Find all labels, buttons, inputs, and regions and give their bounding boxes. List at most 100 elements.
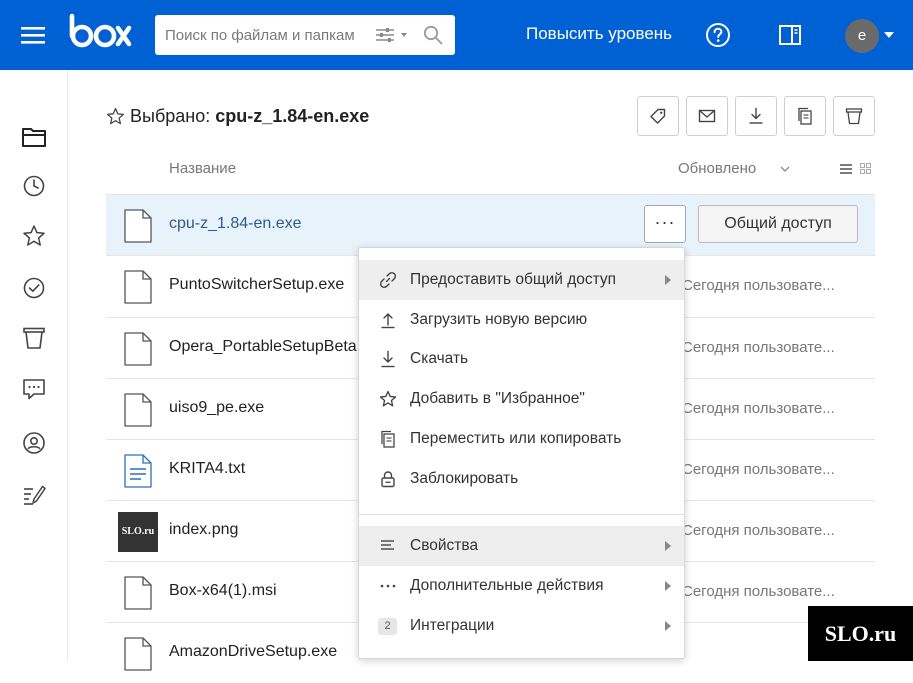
updated-text: Сегодня пользовате... xyxy=(682,400,835,417)
filter-icon[interactable] xyxy=(375,27,409,43)
copy-button[interactable] xyxy=(784,96,826,136)
menu-item-add-favorite[interactable]: Добавить в "Избранное" xyxy=(359,379,684,419)
trash-icon[interactable] xyxy=(22,326,46,350)
user-avatar[interactable]: e xyxy=(845,19,879,53)
download-button[interactable] xyxy=(735,96,777,136)
menu-item-upload-version[interactable]: Загрузить новую версию xyxy=(359,300,684,340)
menu-item-more-actions[interactable]: Дополнительные действия xyxy=(359,566,684,606)
file-name[interactable]: AmazonDriveSetup.exe xyxy=(169,643,337,661)
file-name[interactable]: Opera_PortableSetupBeta xyxy=(169,338,357,356)
search-input[interactable] xyxy=(155,15,365,55)
star-icon[interactable] xyxy=(22,224,46,248)
column-header-updated[interactable]: Обновлено xyxy=(678,160,756,177)
chevron-down-icon[interactable] xyxy=(884,32,894,38)
ellipsis-icon: ··· xyxy=(654,212,676,232)
watermark-logo: SLO.ru xyxy=(808,606,913,661)
file-name[interactable]: index.png xyxy=(169,521,238,539)
menu-item-label: Добавить в "Избранное" xyxy=(410,390,585,407)
menu-item-label: Заблокировать xyxy=(410,470,519,487)
table-row[interactable]: cpu-z_1.84-en.exe ··· Общий доступ xyxy=(106,194,875,255)
box-logo[interactable] xyxy=(68,12,132,52)
hamburger-menu-icon[interactable] xyxy=(20,22,46,48)
left-navigation xyxy=(0,70,68,661)
menu-divider xyxy=(359,514,684,515)
sidebar-toggle-icon[interactable] xyxy=(778,23,802,47)
search-box xyxy=(155,15,455,55)
file-name[interactable]: uiso9_pe.exe xyxy=(169,399,264,417)
menu-item-move-copy[interactable]: Переместить или копировать xyxy=(359,419,684,459)
context-menu: Предоставить общий доступ Загрузить нову… xyxy=(358,247,685,659)
top-header: Повысить уровень e xyxy=(0,0,913,70)
image-thumbnail: SLO.ru xyxy=(118,512,158,552)
updated-text: Сегодня пользовате... xyxy=(682,461,835,478)
text-file-icon xyxy=(124,454,152,488)
check-circle-icon[interactable] xyxy=(22,276,46,300)
trash-icon xyxy=(845,108,863,125)
menu-item-label: Дополнительные действия xyxy=(410,577,604,594)
list-view-icon[interactable] xyxy=(840,163,852,175)
updated-text: Сегодня пользовате... xyxy=(682,583,835,600)
chevron-down-icon[interactable] xyxy=(780,166,790,172)
selected-prefix: Выбрано: xyxy=(130,106,211,126)
menu-item-label: Предоставить общий доступ xyxy=(410,271,617,288)
ellipsis-icon xyxy=(380,584,396,588)
menu-item-label: Свойства xyxy=(410,537,479,554)
more-options-button[interactable]: ··· xyxy=(644,205,686,243)
selected-file-name: cpu-z_1.84-en.exe xyxy=(215,106,370,126)
folder-icon[interactable] xyxy=(22,125,46,149)
grid-view-icon[interactable] xyxy=(860,163,871,174)
upgrade-link[interactable]: Повысить уровень xyxy=(526,24,672,44)
menu-item-label: Загрузить новую версию xyxy=(410,311,588,328)
copy-icon xyxy=(798,107,812,125)
chat-icon[interactable] xyxy=(22,377,46,401)
copy-icon xyxy=(381,430,395,448)
menu-item-label: Интеграции xyxy=(410,617,495,634)
chevron-right-icon xyxy=(665,275,671,285)
file-icon xyxy=(124,393,152,427)
search-icon[interactable] xyxy=(423,25,443,45)
menu-item-label: Переместить или копировать xyxy=(410,430,622,447)
integrations-count-badge: 2 xyxy=(378,618,397,635)
menu-item-download[interactable]: Скачать xyxy=(359,339,684,379)
updated-text: Сегодня пользовате... xyxy=(682,522,835,539)
file-icon xyxy=(124,332,152,366)
link-icon xyxy=(379,271,397,289)
clock-icon[interactable] xyxy=(22,174,46,198)
column-header-name[interactable]: Название xyxy=(169,160,236,177)
mail-icon xyxy=(698,109,716,123)
download-icon xyxy=(381,350,395,368)
menu-item-share[interactable]: Предоставить общий доступ xyxy=(359,260,684,300)
file-name[interactable]: Box-x64(1).msi xyxy=(169,582,277,600)
chevron-right-icon xyxy=(665,621,671,631)
tag-icon xyxy=(650,108,666,124)
lock-icon xyxy=(381,471,395,488)
notes-icon[interactable] xyxy=(22,483,46,507)
user-circle-icon[interactable] xyxy=(22,431,46,455)
favorite-star-icon[interactable] xyxy=(106,107,125,126)
tag-button[interactable] xyxy=(637,96,679,136)
delete-button[interactable] xyxy=(833,96,875,136)
updated-text: Сегодня пользовате... xyxy=(682,277,835,294)
properties-icon xyxy=(381,540,394,550)
file-name[interactable]: KRITA4.txt xyxy=(169,460,245,478)
star-icon xyxy=(379,390,397,407)
menu-item-properties[interactable]: Свойства xyxy=(359,526,684,566)
menu-item-lock[interactable]: Заблокировать xyxy=(359,459,684,499)
file-name[interactable]: cpu-z_1.84-en.exe xyxy=(169,215,302,233)
file-icon xyxy=(124,576,152,610)
menu-item-integrations[interactable]: 2 Интеграции xyxy=(359,606,684,646)
chevron-right-icon xyxy=(665,541,671,551)
updated-text: Сегодня пользовате... xyxy=(682,339,835,356)
file-icon xyxy=(124,637,152,671)
file-icon xyxy=(124,270,152,304)
file-name[interactable]: PuntoSwitcherSetup.exe xyxy=(169,276,344,294)
download-icon xyxy=(749,107,763,124)
help-icon[interactable] xyxy=(705,22,731,48)
file-icon xyxy=(124,209,152,243)
share-button[interactable]: Общий доступ xyxy=(698,205,858,243)
page-title: Выбрано: cpu-z_1.84-en.exe xyxy=(130,106,369,127)
chevron-right-icon xyxy=(665,581,671,591)
upload-icon xyxy=(381,313,395,329)
email-button[interactable] xyxy=(686,96,728,136)
menu-item-label: Скачать xyxy=(410,350,469,367)
